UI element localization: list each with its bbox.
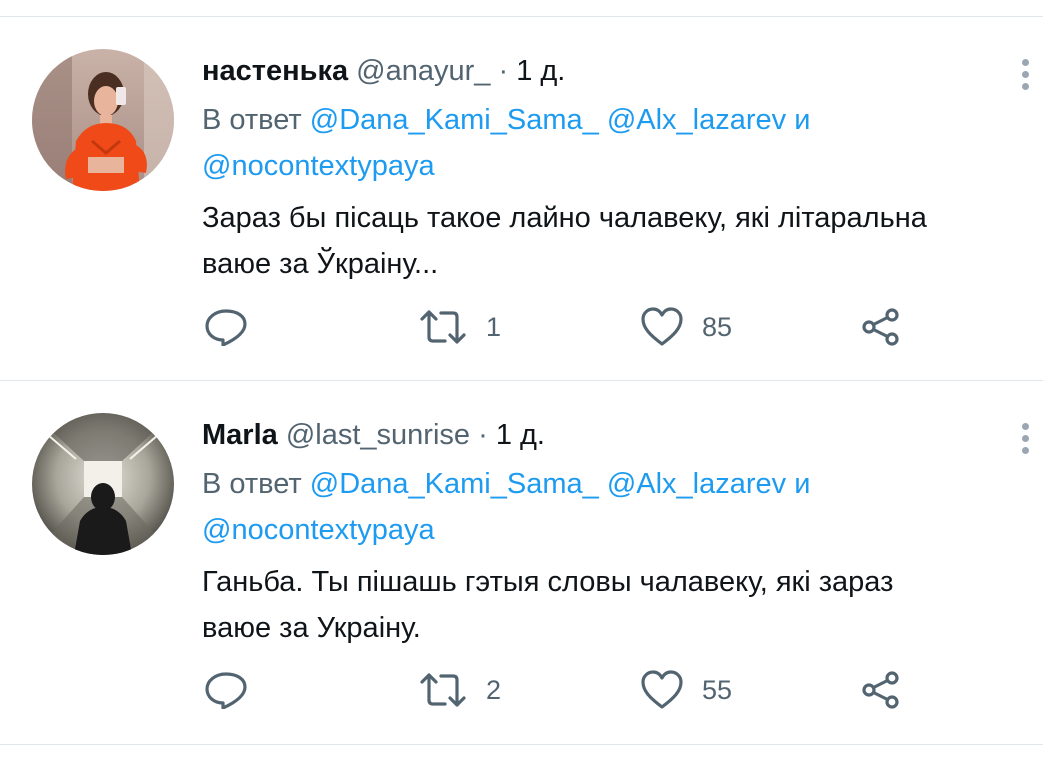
mention-link[interactable]: @Alx_lazarev [607, 468, 786, 500]
reply-button[interactable] [204, 666, 248, 714]
reply-conjunction: и [794, 468, 811, 500]
share-icon [862, 308, 899, 346]
tweet-text-line: ваюе за Ўкраіну... [202, 248, 439, 280]
display-name[interactable]: настенька [202, 55, 348, 87]
separator-dot: · [498, 55, 509, 87]
more-dot [1021, 435, 1029, 442]
avatar[interactable] [32, 413, 174, 555]
retweet-count: 1 [486, 311, 502, 342]
avatar[interactable] [32, 49, 174, 191]
like-button[interactable]: 55 [640, 666, 732, 714]
tweet[interactable]: настенька @anayur_ · 1 д. В ответ @Dana_… [0, 17, 1043, 381]
mention-link[interactable]: @Dana_Kami_Sama_ [310, 104, 599, 136]
reply-icon [205, 309, 247, 346]
heart-icon [641, 307, 683, 346]
heart-icon [641, 670, 683, 709]
mention-link[interactable]: @Dana_Kami_Sama_ [310, 468, 599, 500]
more-dot [1021, 447, 1029, 454]
like-count: 55 [702, 674, 733, 705]
tweet-text-line: Зараз бы пісаць такое лайно чалавеку, як… [202, 202, 927, 234]
user-handle[interactable]: @last_sunrise [286, 419, 470, 451]
reply-prefix: В ответ [202, 468, 302, 500]
tweet-text: Ганьба. Ты пішашь гэтыя словы чалавеку, … [202, 559, 1032, 651]
mention-link[interactable]: @nocontextypaya [202, 150, 435, 182]
tweet-header: Marla @last_sunrise · 1 д. [202, 415, 1032, 455]
avatar-photo [32, 49, 174, 191]
display-name[interactable]: Marla [202, 419, 278, 451]
tweet-actions: 2 55 [204, 666, 924, 714]
divider [0, 744, 1043, 745]
share-button[interactable] [860, 303, 902, 351]
more-dot [1021, 59, 1029, 66]
more-options-icon[interactable] [1015, 59, 1035, 99]
like-count: 85 [702, 311, 733, 342]
tweet[interactable]: Marla @last_sunrise · 1 д. В ответ @Dana… [0, 381, 1043, 745]
more-dot [1021, 71, 1029, 78]
separator-dot: · [478, 419, 488, 451]
share-icon [862, 671, 899, 709]
retweet-icon [420, 673, 466, 707]
reply-conjunction: и [794, 104, 811, 136]
retweet-button[interactable]: 2 [418, 666, 501, 714]
more-options-icon[interactable] [1015, 423, 1035, 463]
tweet-text: Зараз бы пісаць такое лайно чалавеку, як… [202, 195, 1032, 287]
mention-link[interactable]: @Alx_lazarev [607, 104, 786, 136]
tweet-time[interactable]: 1 д. [496, 419, 545, 451]
reply-prefix: В ответ [202, 104, 302, 136]
reply-to-line: В ответ @Dana_Kami_Sama_ @Alx_lazarev и … [202, 97, 1032, 189]
tweet-content: настенька @anayur_ · 1 д. В ответ @Dana_… [202, 51, 1032, 287]
tweet-content: Marla @last_sunrise · 1 д. В ответ @Dana… [202, 415, 1032, 651]
more-dot [1021, 83, 1029, 90]
retweet-button[interactable]: 1 [418, 303, 501, 351]
reply-button[interactable] [204, 303, 248, 351]
retweet-count: 2 [486, 674, 502, 705]
timeline: настенька @anayur_ · 1 д. В ответ @Dana_… [0, 0, 1043, 762]
like-button[interactable]: 85 [640, 303, 732, 351]
reply-to-line: В ответ @Dana_Kami_Sama_ @Alx_lazarev и … [202, 461, 1032, 553]
tweet-header: настенька @anayur_ · 1 д. [202, 51, 1032, 91]
avatar-photo [32, 413, 174, 555]
tweet-actions: 1 85 [204, 303, 924, 351]
user-handle[interactable]: @anayur_ [356, 55, 490, 87]
tweet-text-line: Ганьба. Ты пішашь гэтыя словы чалавеку, … [202, 566, 894, 598]
tweet-time[interactable]: 1 д. [516, 55, 565, 87]
more-dot [1021, 423, 1029, 430]
reply-icon [205, 672, 247, 709]
retweet-icon [420, 310, 466, 344]
share-button[interactable] [860, 666, 902, 714]
mention-link[interactable]: @nocontextypaya [202, 514, 435, 546]
tweet-text-line: ваюе за Украіну. [202, 612, 421, 644]
